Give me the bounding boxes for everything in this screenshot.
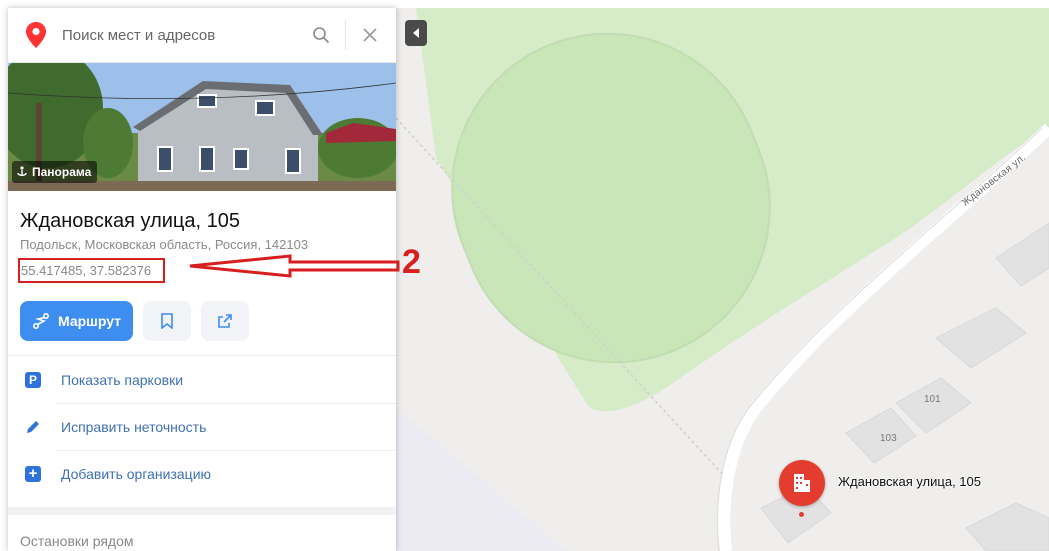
menu-item-parking[interactable]: P Показать парковки (8, 356, 396, 403)
search-input[interactable] (62, 26, 301, 44)
panorama-photo[interactable]: Панорама (8, 63, 396, 191)
location-pin-icon (26, 22, 46, 48)
building-icon (794, 474, 810, 492)
route-label: Маршрут (58, 313, 122, 329)
house-number-103: 103 (880, 433, 897, 444)
building-101 (895, 377, 972, 434)
poi-marker[interactable] (779, 460, 825, 506)
route-button[interactable]: Маршрут (20, 301, 134, 341)
menu-item-fix-error[interactable]: Исправить неточность (8, 403, 396, 450)
search-bar (8, 8, 396, 63)
place-info: Ждановская улица, 105 Подольск, Московск… (8, 191, 396, 283)
poi-label[interactable]: Ждановская улица, 105 (838, 474, 981, 489)
house-number-101: 101 (924, 394, 941, 405)
coordinates-row: 55.417485, 37.582376 (18, 258, 384, 283)
nearby-stops-heading: Остановки рядом (20, 533, 134, 549)
collapse-panel-button[interactable] (405, 20, 427, 46)
triangle-left-icon (413, 28, 419, 38)
coordinates-text[interactable]: 55.417485, 37.582376 (18, 258, 166, 283)
map-canvas[interactable] (396, 8, 1049, 551)
building (935, 307, 1027, 369)
bookmark-icon (161, 313, 173, 329)
panorama-badge[interactable]: Панорама (12, 161, 98, 183)
place-title: Ждановская улица, 105 (20, 210, 240, 232)
parking-icon: P (25, 371, 41, 388)
action-buttons: Маршрут (8, 283, 396, 356)
divider (345, 20, 346, 50)
search-button[interactable] (301, 15, 341, 55)
place-address: Подольск, Московская область, Россия, 14… (20, 237, 309, 252)
nearby-stops-section: Остановки рядом (8, 507, 396, 551)
menu-item-label: Исправить неточность (61, 418, 207, 435)
search-icon (313, 27, 330, 44)
share-button[interactable] (201, 301, 250, 341)
menu-item-label: Показать парковки (61, 371, 184, 388)
side-panel: Панорама Ждановская улица, 105 Подольск,… (8, 8, 396, 551)
menu-item-label: Добавить организацию (61, 465, 212, 482)
building (965, 502, 1049, 551)
annotation-number: 2 (402, 243, 421, 281)
panorama-label: Панорама (32, 165, 92, 179)
building (995, 222, 1049, 287)
menu-item-add-organization[interactable]: + Добавить организацию (8, 450, 396, 497)
poi-location-dot (799, 512, 804, 517)
close-button[interactable] (350, 15, 390, 55)
map-graphics (396, 8, 1049, 551)
panorama-icon (17, 166, 27, 176)
route-icon (32, 312, 50, 330)
share-icon (218, 314, 232, 328)
area-lavender (396, 408, 566, 551)
pencil-icon (25, 419, 41, 435)
plus-icon: + (25, 465, 41, 482)
bookmark-button[interactable] (143, 301, 192, 341)
close-icon (363, 28, 377, 42)
